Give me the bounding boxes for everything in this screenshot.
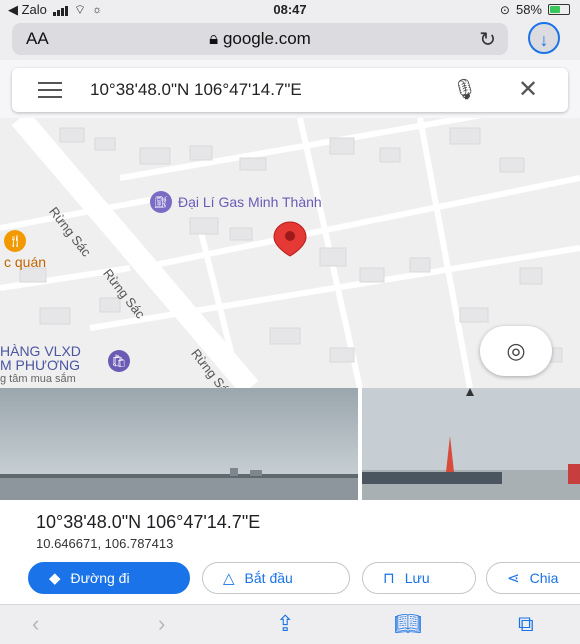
lock-icon: 🔒︎ (209, 29, 219, 48)
status-time: 08:47 (273, 2, 307, 17)
share-sheet-icon[interactable]: ⇪ (276, 611, 294, 637)
river-photo-image (0, 388, 358, 500)
tabs-icon[interactable]: ⧉ (518, 611, 534, 637)
gas-pump-icon: ⛽︎ (150, 191, 172, 213)
microphone-icon[interactable]: 🎙︎ (452, 77, 477, 102)
poi-store-name-2: M PHƯƠNG (0, 357, 80, 373)
poi-gas-station[interactable]: ⛽︎ Đại Lí Gas Minh Thành (150, 191, 322, 213)
url-domain[interactable]: 🔒︎ google.com (12, 29, 508, 49)
domain-text: google.com (222, 29, 311, 48)
save-button[interactable]: ⊓ Lưu (362, 562, 476, 594)
reload-icon[interactable]: ↻ (479, 27, 496, 52)
start-button[interactable]: △ Bắt đầu (202, 562, 350, 594)
poi-gas-label: Đại Lí Gas Minh Thành (178, 194, 322, 210)
place-photos (0, 388, 580, 500)
place-info-panel: 10°38'48.0"N 106°47'14.7"E 10.646671, 10… (0, 500, 580, 604)
photo-port[interactable] (362, 388, 580, 500)
navigation-arrow-icon: △ (223, 570, 235, 587)
rotation-lock-icon: ⊙ (499, 2, 510, 17)
place-title: 10°38'48.0"N 106°47'14.7"E (36, 512, 261, 532)
action-buttons: ◆ Đường đi △ Bắt đầu ⊓ Lưu ⋖ Chia (28, 562, 580, 594)
poi-store-category: g tâm mua sắm (0, 373, 76, 385)
directions-label: Đường đi (70, 570, 130, 586)
save-label: Lưu (404, 570, 430, 586)
poi-store[interactable]: HÀNG VLXD M PHƯƠNG g tâm mua sắm (0, 344, 81, 386)
close-icon[interactable]: ✕ (518, 75, 538, 104)
browser-url-bar: AA 🔒︎ google.com ↻ (0, 20, 580, 60)
poi-store-name-1: HÀNG VLXD (0, 343, 81, 359)
status-bar: ◀ Zalo ⌔ ☼ 08:47 ⊙ 58% (0, 0, 580, 20)
battery-icon (548, 4, 570, 15)
status-right: ⊙ 58% (500, 2, 570, 17)
browser-toolbar: ‹ › ⇪ 📖︎ ⧉ (0, 604, 580, 644)
bookmark-icon: ⊓ (383, 570, 395, 587)
back-icon[interactable]: ‹ (32, 611, 39, 637)
search-input[interactable]: 10°38'48.0"N 106°47'14.7"E (90, 80, 302, 100)
directions-icon: ◆ (49, 570, 61, 587)
directions-button[interactable]: ◆ Đường đi (28, 562, 190, 594)
poi-restaurant-label: c quán (4, 254, 47, 270)
share-icon: ⋖ (507, 570, 520, 587)
fork-knife-icon: 🍴︎ (4, 230, 26, 252)
share-button[interactable]: ⋖ Chia (486, 562, 580, 594)
menu-icon[interactable] (38, 82, 62, 103)
battery-fill (550, 6, 561, 13)
crosshair-icon: ◎ (506, 338, 526, 363)
share-label: Chia (529, 570, 559, 586)
maps-search-area: 10°38'48.0"N 106°47'14.7"E 🎙︎ ✕ (0, 60, 580, 118)
shopping-bag-icon[interactable]: 🛍︎ (108, 350, 130, 372)
forward-icon[interactable]: › (158, 611, 165, 637)
map-view[interactable]: Rừng Sác Rừng Sác Rừng Sác ⛽︎ Đại Lí Gas… (0, 118, 580, 388)
search-box[interactable]: 10°38'48.0"N 106°47'14.7"E 🎙︎ ✕ (12, 68, 568, 112)
my-location-button[interactable]: ◎ (480, 326, 552, 376)
port-photo-image (362, 388, 580, 500)
bookmarks-icon[interactable]: 📖︎ (394, 611, 422, 637)
address-field[interactable]: AA 🔒︎ google.com ↻ (12, 23, 508, 55)
download-icon[interactable]: ↓ (528, 22, 560, 54)
location-pin-icon[interactable] (272, 220, 308, 258)
poi-restaurant[interactable]: 🍴︎ c quán (4, 230, 46, 270)
start-label: Bắt đầu (244, 570, 293, 586)
photo-river[interactable] (0, 388, 358, 500)
battery-percent: 58% (515, 2, 542, 17)
place-decimal-coords: 10.646671, 106.787413 (36, 536, 174, 551)
